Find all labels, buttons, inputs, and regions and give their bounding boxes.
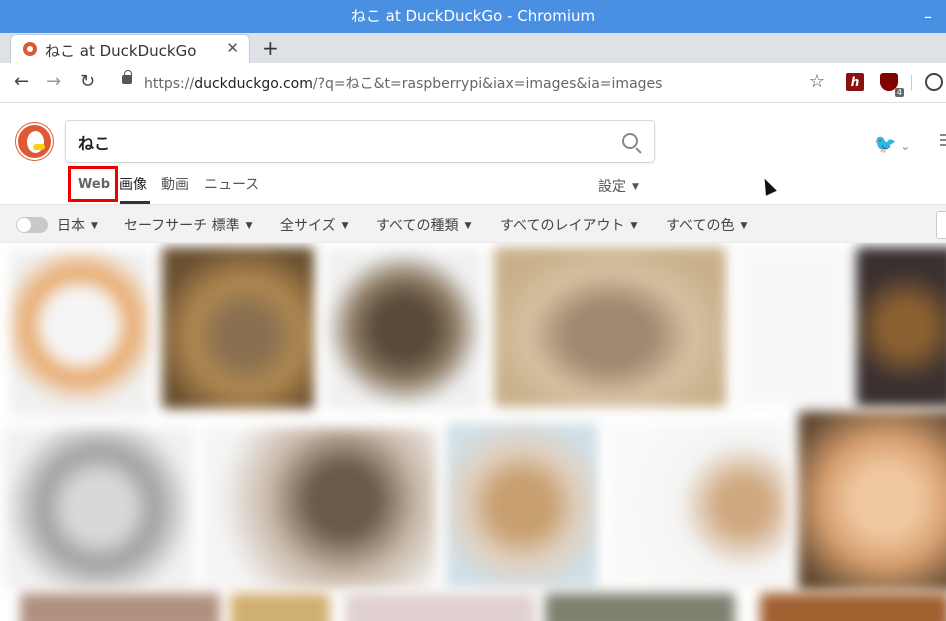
filter-safesearch-label: セーフサーチ 標準: [124, 218, 240, 234]
extension-h-icon[interactable]: h: [846, 73, 864, 91]
tab-news[interactable]: ニュース: [204, 174, 259, 194]
url-scheme: https://: [144, 76, 195, 92]
caret-down-icon: ▼: [341, 221, 349, 231]
image-result[interactable]: [446, 423, 598, 588]
duckduckgo-favicon-icon: [23, 42, 37, 56]
filter-bar: 日本 ▼ セーフサーチ 標準 ▼ 全サイズ ▼ すべての種類 ▼ すべてのレイアウト ▼ …: [0, 205, 946, 243]
filter-layout[interactable]: すべてのレイアウト ▼: [500, 215, 637, 235]
filter-type-label: すべての種類: [376, 218, 459, 234]
filter-layout-label: すべてのレイアウト: [500, 218, 625, 234]
tab-strip: ねこ at DuckDuckGo ✕ +: [0, 33, 946, 63]
caret-down-icon: ▼: [464, 221, 472, 231]
search-input[interactable]: [78, 129, 598, 155]
minimize-button[interactable]: –: [924, 0, 932, 33]
toolbar-separator: [911, 75, 912, 91]
twitter-share-button[interactable]: 🐦 ⌄: [874, 134, 910, 155]
tab-web[interactable]: Web: [68, 166, 118, 202]
filter-color-label: すべての色: [666, 218, 735, 234]
filter-color[interactable]: すべての色 ▼: [666, 215, 747, 235]
back-button[interactable]: ←: [14, 71, 29, 92]
settings-label: 設定: [598, 179, 626, 195]
image-result[interactable]: [798, 411, 946, 591]
url-host: duckduckgo.com: [194, 76, 313, 92]
search-box: [65, 120, 655, 163]
caret-down-icon: ▼: [91, 221, 98, 231]
image-result[interactable]: [20, 593, 220, 621]
image-result[interactable]: [345, 593, 535, 621]
browser-tab[interactable]: ねこ at DuckDuckGo ✕: [10, 34, 250, 63]
image-result[interactable]: [738, 247, 848, 407]
window-titlebar: ねこ at DuckDuckGo - Chromium –: [0, 0, 946, 33]
address-bar[interactable]: https://duckduckgo.com/?q=ねこ&t=raspberry…: [110, 68, 835, 98]
filter-right-button[interactable]: [936, 211, 946, 239]
browser-toolbar: ← → ↻ https://duckduckgo.com/?q=ねこ&t=ras…: [0, 63, 946, 103]
menu-icon[interactable]: [940, 134, 946, 148]
image-result[interactable]: [162, 247, 314, 409]
filter-safesearch[interactable]: セーフサーチ 標準 ▼: [124, 215, 253, 235]
image-result[interactable]: [10, 251, 150, 416]
extension-badge: 4: [894, 88, 904, 97]
image-result[interactable]: [204, 428, 436, 588]
filter-size-label: 全サイズ: [280, 218, 336, 234]
filter-size[interactable]: 全サイズ ▼: [280, 215, 349, 235]
image-result[interactable]: [608, 423, 788, 588]
image-result[interactable]: [760, 593, 946, 621]
tab-title: ねこ at DuckDuckGo: [45, 42, 197, 60]
image-result[interactable]: [545, 593, 735, 621]
caret-down-icon: ▼: [245, 221, 253, 231]
mouse-cursor: [759, 176, 777, 196]
caret-down-icon: ▼: [630, 221, 638, 231]
filter-type[interactable]: すべての種類 ▼: [376, 215, 471, 235]
image-result[interactable]: [494, 247, 726, 407]
image-result[interactable]: [326, 249, 482, 409]
image-result[interactable]: [230, 593, 330, 621]
filter-region[interactable]: 日本 ▼: [57, 215, 98, 235]
search-icon[interactable]: [622, 133, 638, 149]
bookmark-star-icon[interactable]: ☆: [809, 71, 825, 92]
caret-down-icon: ▼: [740, 221, 748, 231]
duckduckgo-logo-icon[interactable]: [16, 123, 53, 160]
image-result[interactable]: [856, 247, 946, 407]
reload-button[interactable]: ↻: [80, 71, 95, 92]
twitter-icon: 🐦: [874, 134, 897, 155]
filter-region-label: 日本: [57, 218, 85, 234]
window-title: ねこ at DuckDuckGo - Chromium: [350, 7, 596, 25]
tab-close-icon[interactable]: ✕: [226, 39, 239, 57]
ublock-extension-icon[interactable]: 4: [880, 73, 904, 97]
image-results-grid: [0, 243, 946, 621]
url-path: /?q=ねこ&t=raspberrypi&iax=images&ia=image…: [312, 76, 663, 92]
chevron-down-icon: ⌄: [900, 139, 911, 153]
profile-icon[interactable]: [925, 73, 943, 91]
forward-button[interactable]: →: [46, 71, 61, 92]
new-tab-button[interactable]: +: [262, 36, 279, 60]
tab-web-label: Web: [78, 177, 110, 192]
lock-icon: [122, 70, 132, 84]
tab-images[interactable]: 画像: [119, 174, 147, 194]
tab-videos[interactable]: 動画: [161, 174, 189, 194]
url-text[interactable]: https://duckduckgo.com/?q=ねこ&t=raspberry…: [144, 73, 662, 93]
settings-dropdown[interactable]: 設定 ▼: [598, 176, 639, 196]
region-toggle[interactable]: [16, 217, 48, 233]
image-result[interactable]: [4, 428, 194, 588]
caret-down-icon: ▼: [632, 182, 639, 192]
